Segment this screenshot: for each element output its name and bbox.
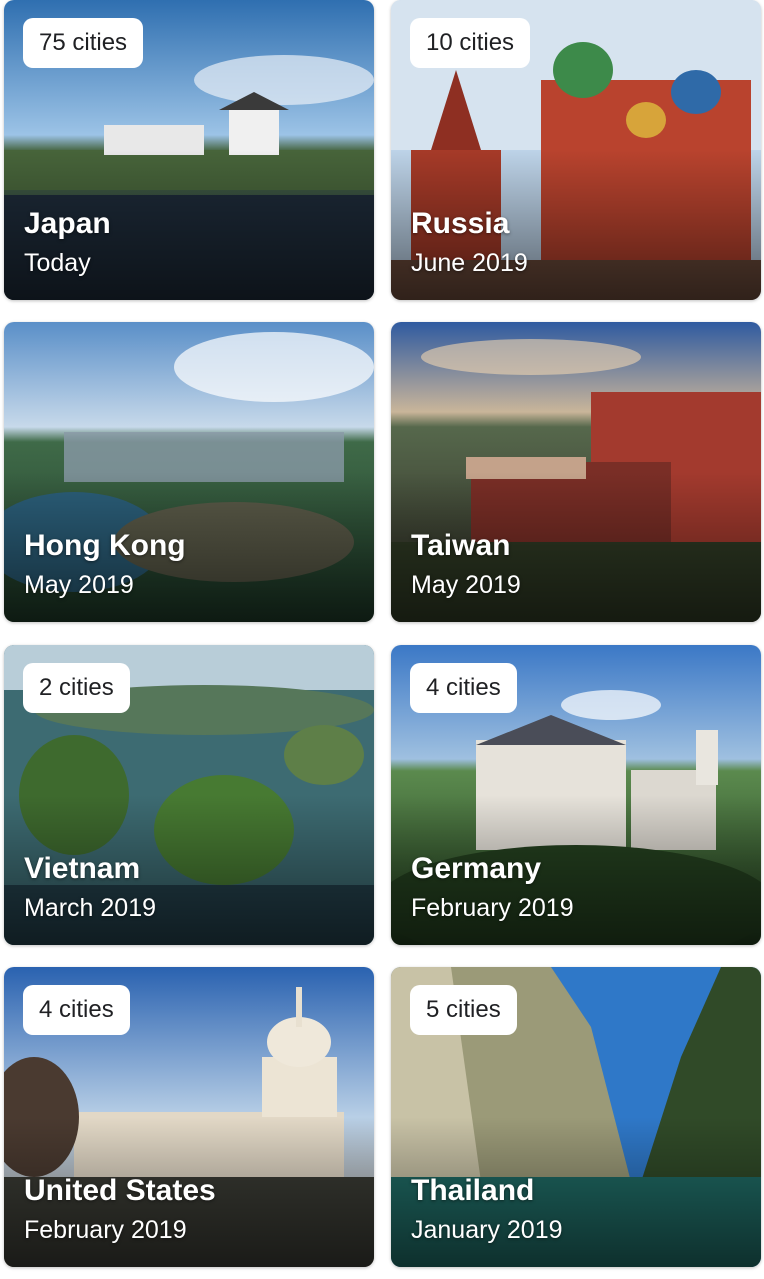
country-name: Vietnam bbox=[24, 852, 141, 885]
trip-date: January 2019 bbox=[411, 1216, 563, 1244]
trip-card-taiwan[interactable]: Taiwan May 2019 bbox=[391, 322, 761, 622]
trip-card-germany[interactable]: 4 cities Germany February 2019 bbox=[391, 645, 761, 945]
trip-card-thailand[interactable]: 5 cities Thailand January 2019 bbox=[391, 967, 761, 1267]
country-name: Hong Kong bbox=[24, 529, 186, 562]
trip-card-vietnam[interactable]: 2 cities Vietnam March 2019 bbox=[4, 645, 374, 945]
country-name: Taiwan bbox=[411, 529, 511, 562]
trip-card-united-states[interactable]: 4 cities United States February 2019 bbox=[4, 967, 374, 1267]
trip-date: May 2019 bbox=[411, 571, 521, 599]
trip-card-hong-kong[interactable]: Hong Kong May 2019 bbox=[4, 322, 374, 622]
trip-card-russia[interactable]: 10 cities Russia June 2019 bbox=[391, 0, 761, 300]
trip-date: Today bbox=[24, 249, 91, 277]
trip-date: February 2019 bbox=[411, 894, 574, 922]
country-name: Russia bbox=[411, 207, 510, 240]
city-count-badge: 2 cities bbox=[23, 663, 130, 713]
trip-date: February 2019 bbox=[24, 1216, 187, 1244]
trip-date: June 2019 bbox=[411, 249, 528, 277]
city-count-badge: 5 cities bbox=[410, 985, 517, 1035]
country-name: Thailand bbox=[411, 1174, 535, 1207]
country-name: United States bbox=[24, 1174, 216, 1207]
trips-grid: 75 cities Japan Today 10 cities Russia J… bbox=[0, 0, 764, 1279]
city-count-badge: 75 cities bbox=[23, 18, 144, 68]
country-name: Germany bbox=[411, 852, 542, 885]
trip-date: March 2019 bbox=[24, 894, 157, 922]
city-count-badge: 10 cities bbox=[410, 18, 531, 68]
trip-card-japan[interactable]: 75 cities Japan Today bbox=[4, 0, 374, 300]
city-count-badge: 4 cities bbox=[23, 985, 130, 1035]
city-count-badge: 4 cities bbox=[410, 663, 517, 713]
trip-date: May 2019 bbox=[24, 571, 134, 599]
country-name: Japan bbox=[24, 207, 111, 240]
